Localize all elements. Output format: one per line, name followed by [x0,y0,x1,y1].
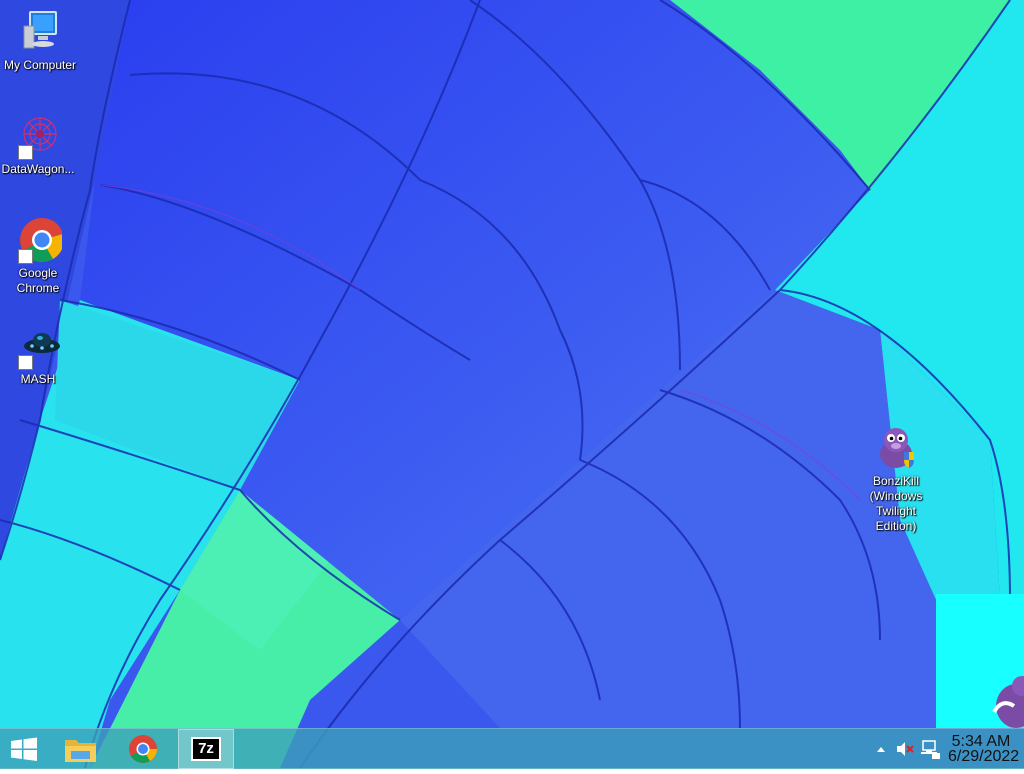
clock-date: 6/29/2022 [948,748,1020,765]
chevron-up-icon [877,747,885,752]
clock[interactable]: 5:34 AM 6/29/2022 [948,733,1020,765]
show-hidden-icons-button[interactable] [872,729,890,769]
7zip-icon: 7z [191,737,221,761]
bonzi-character-icon [992,676,1024,728]
bonzi-agent-window[interactable] [936,594,1024,728]
chrome-icon [129,735,157,763]
bonzi-gorilla-icon [872,424,920,472]
network-icon [921,740,940,759]
folder-icon [65,740,96,762]
shortcut-arrow-icon [18,355,33,370]
network-button[interactable] [918,729,942,769]
datawagon-desktop-icon[interactable]: DataWagon... [0,112,78,177]
taskbar-chrome-button[interactable] [116,729,170,769]
datawagon-icon [14,112,62,160]
taskbar-7zip-button[interactable]: 7z [178,729,234,769]
volume-muted-icon [897,742,914,756]
shortcut-arrow-icon [18,249,33,264]
taskbar-file-explorer-button[interactable] [54,729,108,769]
volume-button[interactable] [894,729,916,769]
bonzikill-label: BonziKill (Windows Twilight Edition) [869,474,923,533]
mash-desktop-icon[interactable]: MASH [0,322,78,387]
my-computer-desktop-icon[interactable]: My Computer [0,8,80,73]
google-chrome-desktop-icon[interactable]: Google Chrome [0,216,78,296]
clock-time: 5:34 AM [951,733,1011,750]
bonzikill-desktop-icon[interactable]: BonziKill (Windows Twilight Edition) [856,424,936,534]
my-computer-label: My Computer [3,58,77,72]
desktop-wallpaper [0,0,1024,768]
ufo-icon [14,322,62,370]
chrome-icon [14,216,64,264]
7zip-icon-label: 7z [198,740,214,757]
google-chrome-label: Google Chrome [16,266,60,295]
taskbar: 7z 5:34 AM 6/29/2022 [0,728,1024,769]
computer-icon [16,8,64,56]
mash-label: MASH [20,372,56,386]
shortcut-arrow-icon [18,145,33,160]
start-button[interactable] [0,729,48,769]
windows-logo-icon [11,737,37,761]
datawagon-label: DataWagon... [1,162,75,176]
